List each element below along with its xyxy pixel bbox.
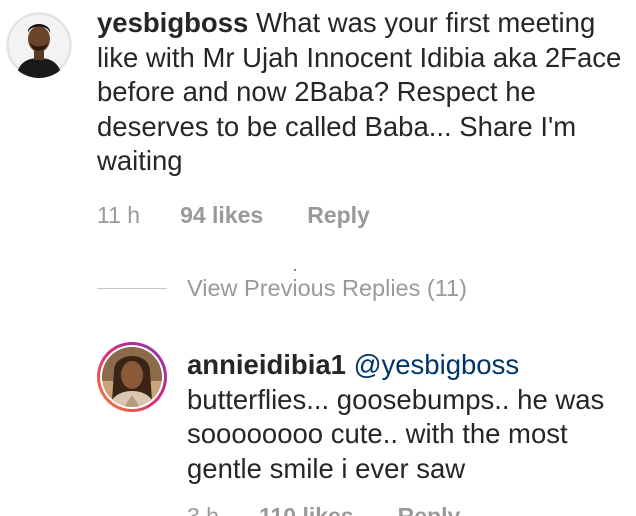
reply-message: butterflies... goosebumps.. he was soooo… — [187, 383, 605, 484]
reply-meta: 3 h 110 likes Reply — [187, 501, 460, 516]
image-artifact-dot — [294, 269, 296, 271]
profile-photo-icon — [6, 12, 72, 78]
comment-timestamp: 11 h — [97, 201, 141, 228]
comment-meta: 11 h 94 likes Reply — [97, 200, 370, 230]
reply-mention-link[interactable]: @yesbigboss — [354, 349, 520, 380]
reply-likes-count[interactable]: 110 likes — [259, 503, 354, 516]
reply-reply-button[interactable]: Reply — [398, 503, 461, 516]
replier-avatar[interactable] — [96, 341, 168, 413]
replies-divider-line — [97, 287, 167, 289]
comment-body: yesbigboss What was your first meeting l… — [97, 6, 633, 179]
comment-likes-count[interactable]: 94 likes — [180, 202, 263, 229]
reply-body: annieidibia1 @yesbigboss butterflies... … — [187, 348, 632, 486]
view-previous-replies-label: View Previous Replies (11) — [187, 274, 467, 301]
reply-timestamp: 3 h — [187, 502, 219, 516]
reply-username[interactable]: annieidibia1 — [187, 349, 346, 380]
profile-photo-story-ring-icon — [97, 342, 167, 412]
view-previous-replies-button[interactable]: View Previous Replies (11) — [97, 272, 467, 304]
commenter-avatar[interactable] — [6, 12, 72, 78]
comment-reply-button[interactable]: Reply — [307, 202, 370, 229]
comment-username[interactable]: yesbigboss — [97, 7, 248, 38]
